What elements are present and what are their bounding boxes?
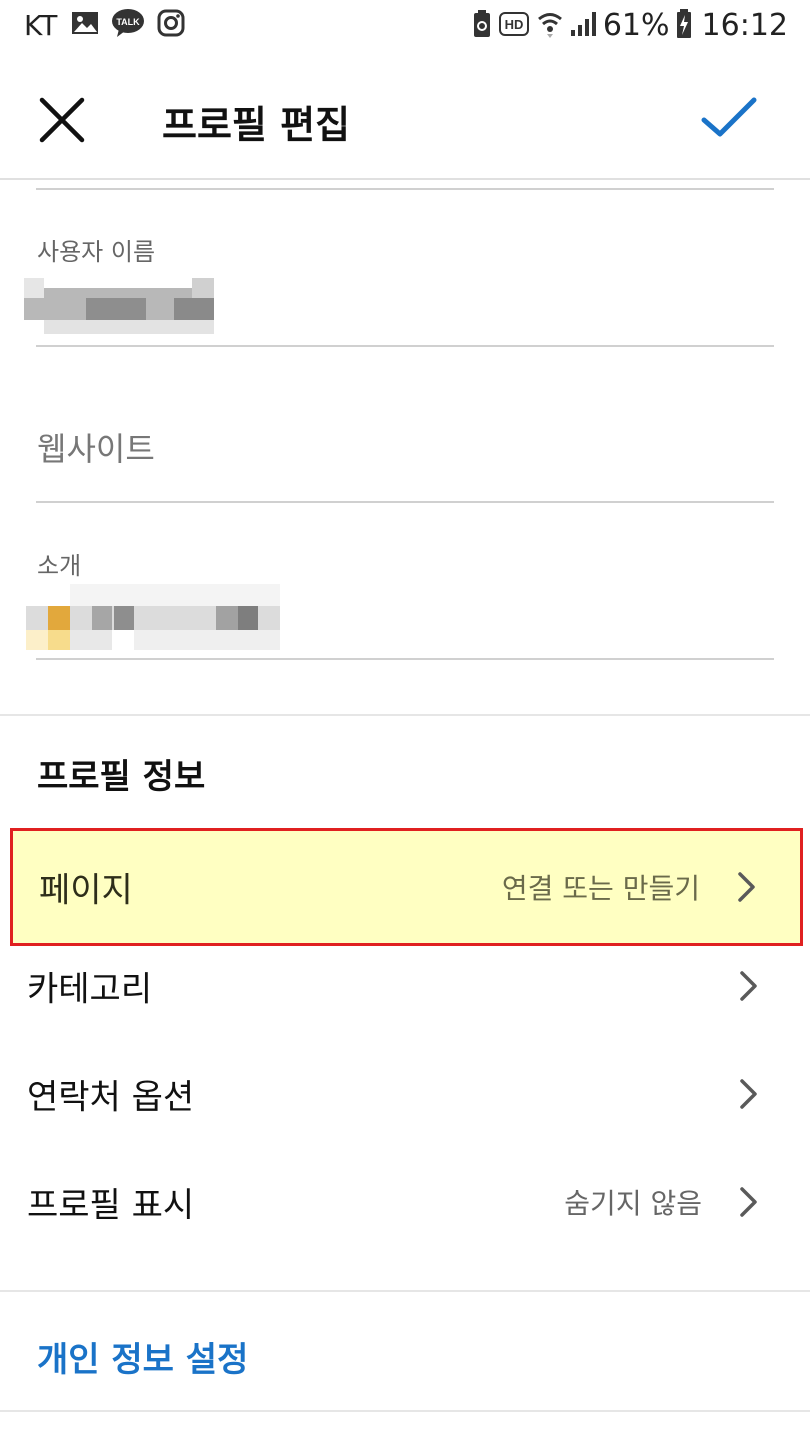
status-bar: KT TALK HD 61% 16:12 <box>0 0 810 56</box>
profile-display-row-label: 프로필 표시 <box>27 1185 195 1226</box>
gallery-icon <box>71 11 99 39</box>
profile-display-row[interactable]: 프로필 표시 숨기지 않음 <box>0 1148 810 1256</box>
battery-saver-icon <box>473 9 491 42</box>
wifi-icon <box>537 10 563 42</box>
page-row-label: 페이지 <box>39 870 133 911</box>
chevron-right-icon <box>738 872 755 902</box>
section-divider <box>0 1290 810 1292</box>
section-divider <box>0 1410 810 1412</box>
website-underline <box>36 501 774 503</box>
contact-options-row-label: 연락처 옵션 <box>27 1077 195 1118</box>
carrier-label: KT <box>24 8 58 42</box>
category-row[interactable]: 카테고리 <box>0 932 810 1040</box>
username-underline <box>36 345 774 347</box>
status-clock: 16:12 <box>701 8 788 43</box>
privacy-settings-link[interactable]: 개인 정보 설정 <box>37 1332 248 1381</box>
page-row[interactable]: 페이지 연결 또는 만들기 <box>10 828 803 946</box>
chevron-right-icon <box>740 971 757 1001</box>
chevron-right-icon <box>740 1079 757 1109</box>
hd-voice-icon-text: HD <box>504 17 523 32</box>
battery-charging-icon <box>676 8 692 43</box>
battery-percent: 61% <box>602 8 670 43</box>
chevron-right-icon <box>740 1187 757 1217</box>
close-button[interactable] <box>30 88 94 152</box>
kakaotalk-icon-text: TALK <box>117 17 141 27</box>
instagram-icon <box>157 9 185 41</box>
status-right: HD 61% 16:12 <box>473 8 788 43</box>
app-header: 프로필 편집 <box>0 56 810 180</box>
bio-underline <box>36 658 774 660</box>
contact-options-row[interactable]: 연락처 옵션 <box>0 1040 810 1148</box>
check-icon <box>701 97 757 137</box>
section-divider <box>0 714 810 716</box>
username-value[interactable] <box>24 278 224 334</box>
website-field[interactable]: 웹사이트 <box>37 424 155 470</box>
bio-value[interactable] <box>26 584 282 650</box>
profile-display-row-value: 숨기지 않음 <box>564 1187 702 1220</box>
username-label: 사용자 이름 <box>37 238 156 266</box>
category-row-label: 카테고리 <box>27 969 153 1010</box>
kakaotalk-icon: TALK <box>111 8 145 42</box>
page-row-value: 연결 또는 만들기 <box>501 872 700 905</box>
signal-icon <box>569 10 597 42</box>
done-button[interactable] <box>694 86 762 150</box>
bio-label: 소개 <box>37 552 82 580</box>
page-title: 프로필 편집 <box>162 103 351 147</box>
hd-voice-icon: HD <box>498 11 529 40</box>
field-divider <box>36 188 774 190</box>
status-left: KT TALK <box>24 8 197 42</box>
profile-info-title: 프로필 정보 <box>37 757 206 797</box>
close-icon <box>39 97 85 143</box>
